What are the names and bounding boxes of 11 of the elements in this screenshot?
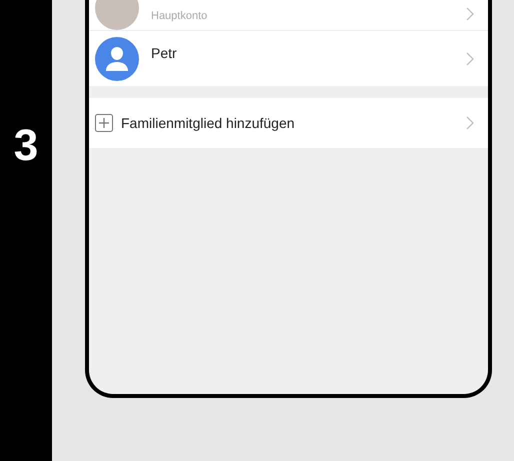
member-subtitle: Hauptkonto [151, 9, 208, 24]
member-row[interactable]: Petr [89, 30, 488, 86]
chevron-icon [466, 7, 474, 21]
add-member-label: Familienmitglied hinzufügen [121, 114, 296, 133]
person-avatar-icon [95, 36, 139, 80]
step-number: 3 [14, 124, 38, 168]
member-name: Petr [151, 44, 178, 63]
add-member-row[interactable]: Familienmitglied hinzufügen [89, 98, 488, 148]
chevron-icon [466, 52, 474, 66]
plus-icon [95, 114, 113, 132]
chevron-icon [466, 116, 474, 130]
